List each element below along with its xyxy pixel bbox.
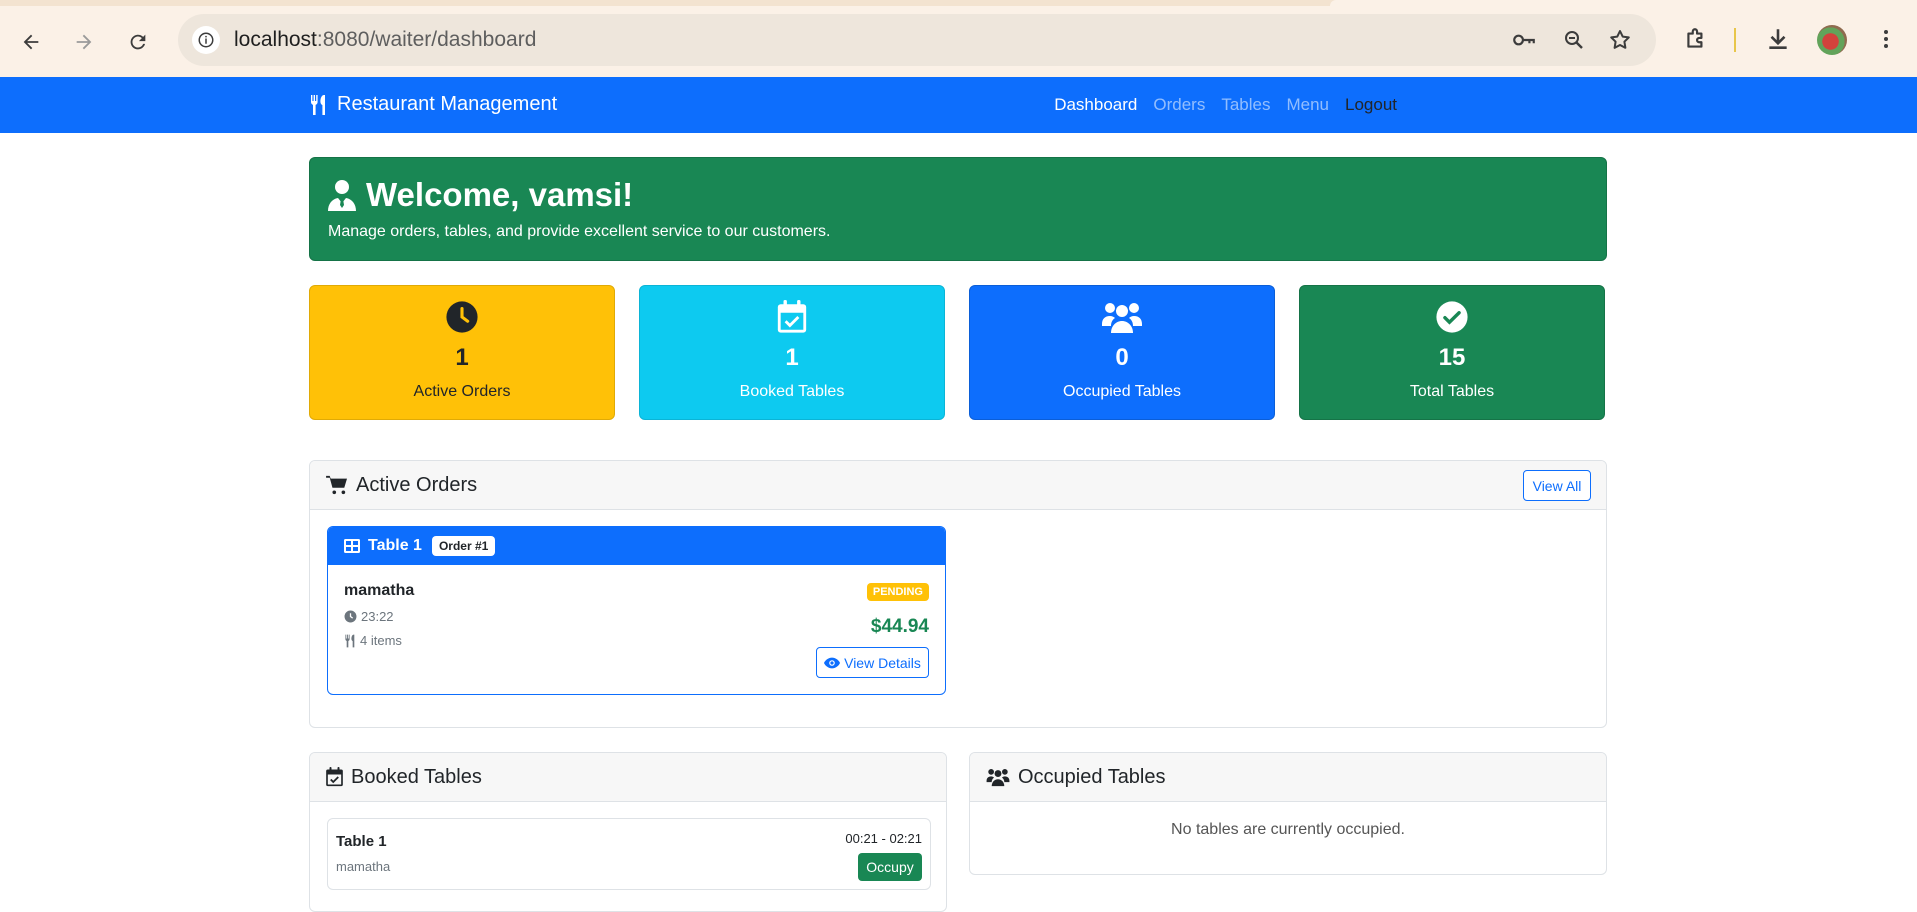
stat-card-booked-tables: 1 Booked Tables xyxy=(639,285,945,420)
order-card[interactable]: Table 1 Order #1 mamatha 23:22 4 items P… xyxy=(327,526,946,695)
stat-label: Occupied Tables xyxy=(1063,383,1181,400)
view-details-label: View Details xyxy=(844,654,921,671)
browser-toolbar: localhost:8080/waiter/dashboard xyxy=(0,0,1917,77)
occupied-tables-card: Occupied Tables No tables are currently … xyxy=(969,752,1607,875)
order-customer: mamatha xyxy=(344,582,415,599)
url-path: :8080/waiter/dashboard xyxy=(316,28,537,51)
clock-icon xyxy=(344,610,357,623)
nav-dashboard[interactable]: Dashboard xyxy=(1054,95,1137,115)
zoom-icon[interactable] xyxy=(1560,26,1588,54)
booked-tables-title: Booked Tables xyxy=(351,765,482,788)
shopping-cart-icon xyxy=(326,475,347,495)
stat-card-occupied-tables: 0 Occupied Tables xyxy=(969,285,1275,420)
reload-icon xyxy=(130,34,146,50)
booked-table-name: Table 1 xyxy=(336,833,387,850)
order-items: 4 items xyxy=(344,633,402,648)
url-host: localhost xyxy=(234,28,317,51)
users-icon xyxy=(986,769,1010,787)
clock-icon xyxy=(446,301,478,333)
stat-value: 15 xyxy=(1438,344,1466,371)
tab-strip xyxy=(0,0,1917,6)
view-all-button[interactable]: View All xyxy=(1523,470,1591,501)
active-orders-card: Active Orders View All Table 1 Order #1 … xyxy=(309,460,1607,728)
booked-table-customer: mamatha xyxy=(336,859,391,874)
forward-button[interactable] xyxy=(64,22,104,62)
check-circle-icon xyxy=(1436,301,1468,333)
nav-menu[interactable]: Menu xyxy=(1286,95,1329,115)
brand-text: Restaurant Management xyxy=(337,93,558,115)
occupied-tables-title: Occupied Tables xyxy=(1018,765,1166,788)
empty-state-text: No tables are currently occupied. xyxy=(1171,821,1405,838)
view-details-button[interactable]: View Details xyxy=(816,647,929,678)
back-button[interactable] xyxy=(11,22,51,62)
stat-card-active-orders: 1 Active Orders xyxy=(309,285,615,420)
occupied-tables-header: Occupied Tables xyxy=(970,753,1606,802)
calendar-check-icon xyxy=(326,767,343,787)
booked-time-range: 00:21 - 02:21 xyxy=(845,831,922,846)
password-key-icon[interactable] xyxy=(1510,26,1538,54)
active-orders-title: Active Orders xyxy=(356,473,478,496)
stat-label: Active Orders xyxy=(413,383,511,400)
forward-arrow-icon xyxy=(76,34,92,50)
stat-label: Booked Tables xyxy=(739,383,845,400)
active-orders-header: Active Orders xyxy=(310,461,1606,510)
order-time-value: 23:22 xyxy=(361,609,394,624)
site-info-icon[interactable] xyxy=(192,26,220,54)
stat-value: 1 xyxy=(785,344,799,371)
url-text[interactable]: localhost:8080/waiter/dashboard xyxy=(234,28,536,52)
back-arrow-icon xyxy=(23,34,39,50)
extensions-icon[interactable] xyxy=(1679,22,1713,56)
profile-avatar[interactable] xyxy=(1817,25,1847,55)
stat-value: 1 xyxy=(455,344,469,371)
eye-icon xyxy=(824,657,841,668)
booked-tables-header: Booked Tables xyxy=(310,753,946,802)
stat-value: 0 xyxy=(1115,344,1129,371)
address-bar[interactable]: localhost:8080/waiter/dashboard xyxy=(178,14,1656,66)
nav-links: Dashboard Orders Tables Menu Logout xyxy=(1054,95,1397,115)
order-total: $44.94 xyxy=(870,616,929,637)
order-number-badge: Order #1 xyxy=(431,536,496,556)
utensils-icon xyxy=(345,634,355,647)
bookmark-star-icon[interactable] xyxy=(1606,26,1634,54)
navbar-brand[interactable]: Restaurant Management xyxy=(309,93,557,116)
nav-logout[interactable]: Logout xyxy=(1345,95,1397,115)
table-icon xyxy=(344,539,360,553)
user-tie-icon xyxy=(328,180,356,211)
welcome-heading: Welcome, vamsi! xyxy=(366,176,634,213)
reload-button[interactable] xyxy=(118,22,158,62)
booked-table-item: Table 1 mamatha 00:21 - 02:21 Occupy xyxy=(327,818,931,890)
order-time: 23:22 xyxy=(344,609,394,624)
utensils-icon xyxy=(311,94,325,115)
users-icon xyxy=(1102,303,1142,333)
toolbar-divider xyxy=(1734,28,1736,52)
order-card-header: Table 1 Order #1 xyxy=(328,527,945,565)
browser-menu-icon[interactable] xyxy=(1869,22,1903,56)
calendar-check-icon xyxy=(777,300,807,333)
order-items-value: 4 items xyxy=(360,633,402,648)
welcome-title: Welcome, vamsi! xyxy=(328,176,633,214)
nav-orders[interactable]: Orders xyxy=(1153,95,1205,115)
welcome-banner: Welcome, vamsi! Manage orders, tables, a… xyxy=(309,157,1607,261)
download-icon[interactable] xyxy=(1761,22,1795,56)
welcome-subtitle: Manage orders, tables, and provide excel… xyxy=(328,223,831,240)
occupy-button[interactable]: Occupy xyxy=(858,853,922,881)
status-badge: PENDING xyxy=(866,583,929,601)
nav-tables[interactable]: Tables xyxy=(1221,95,1270,115)
app-navbar: Restaurant Management Dashboard Orders T… xyxy=(0,77,1917,133)
booked-tables-card: Booked Tables Table 1 mamatha 00:21 - 02… xyxy=(309,752,947,912)
stat-card-total-tables: 15 Total Tables xyxy=(1299,285,1605,420)
stat-label: Total Tables xyxy=(1409,383,1495,400)
order-table: Table 1 xyxy=(368,537,422,554)
active-tab[interactable] xyxy=(1330,0,1917,6)
